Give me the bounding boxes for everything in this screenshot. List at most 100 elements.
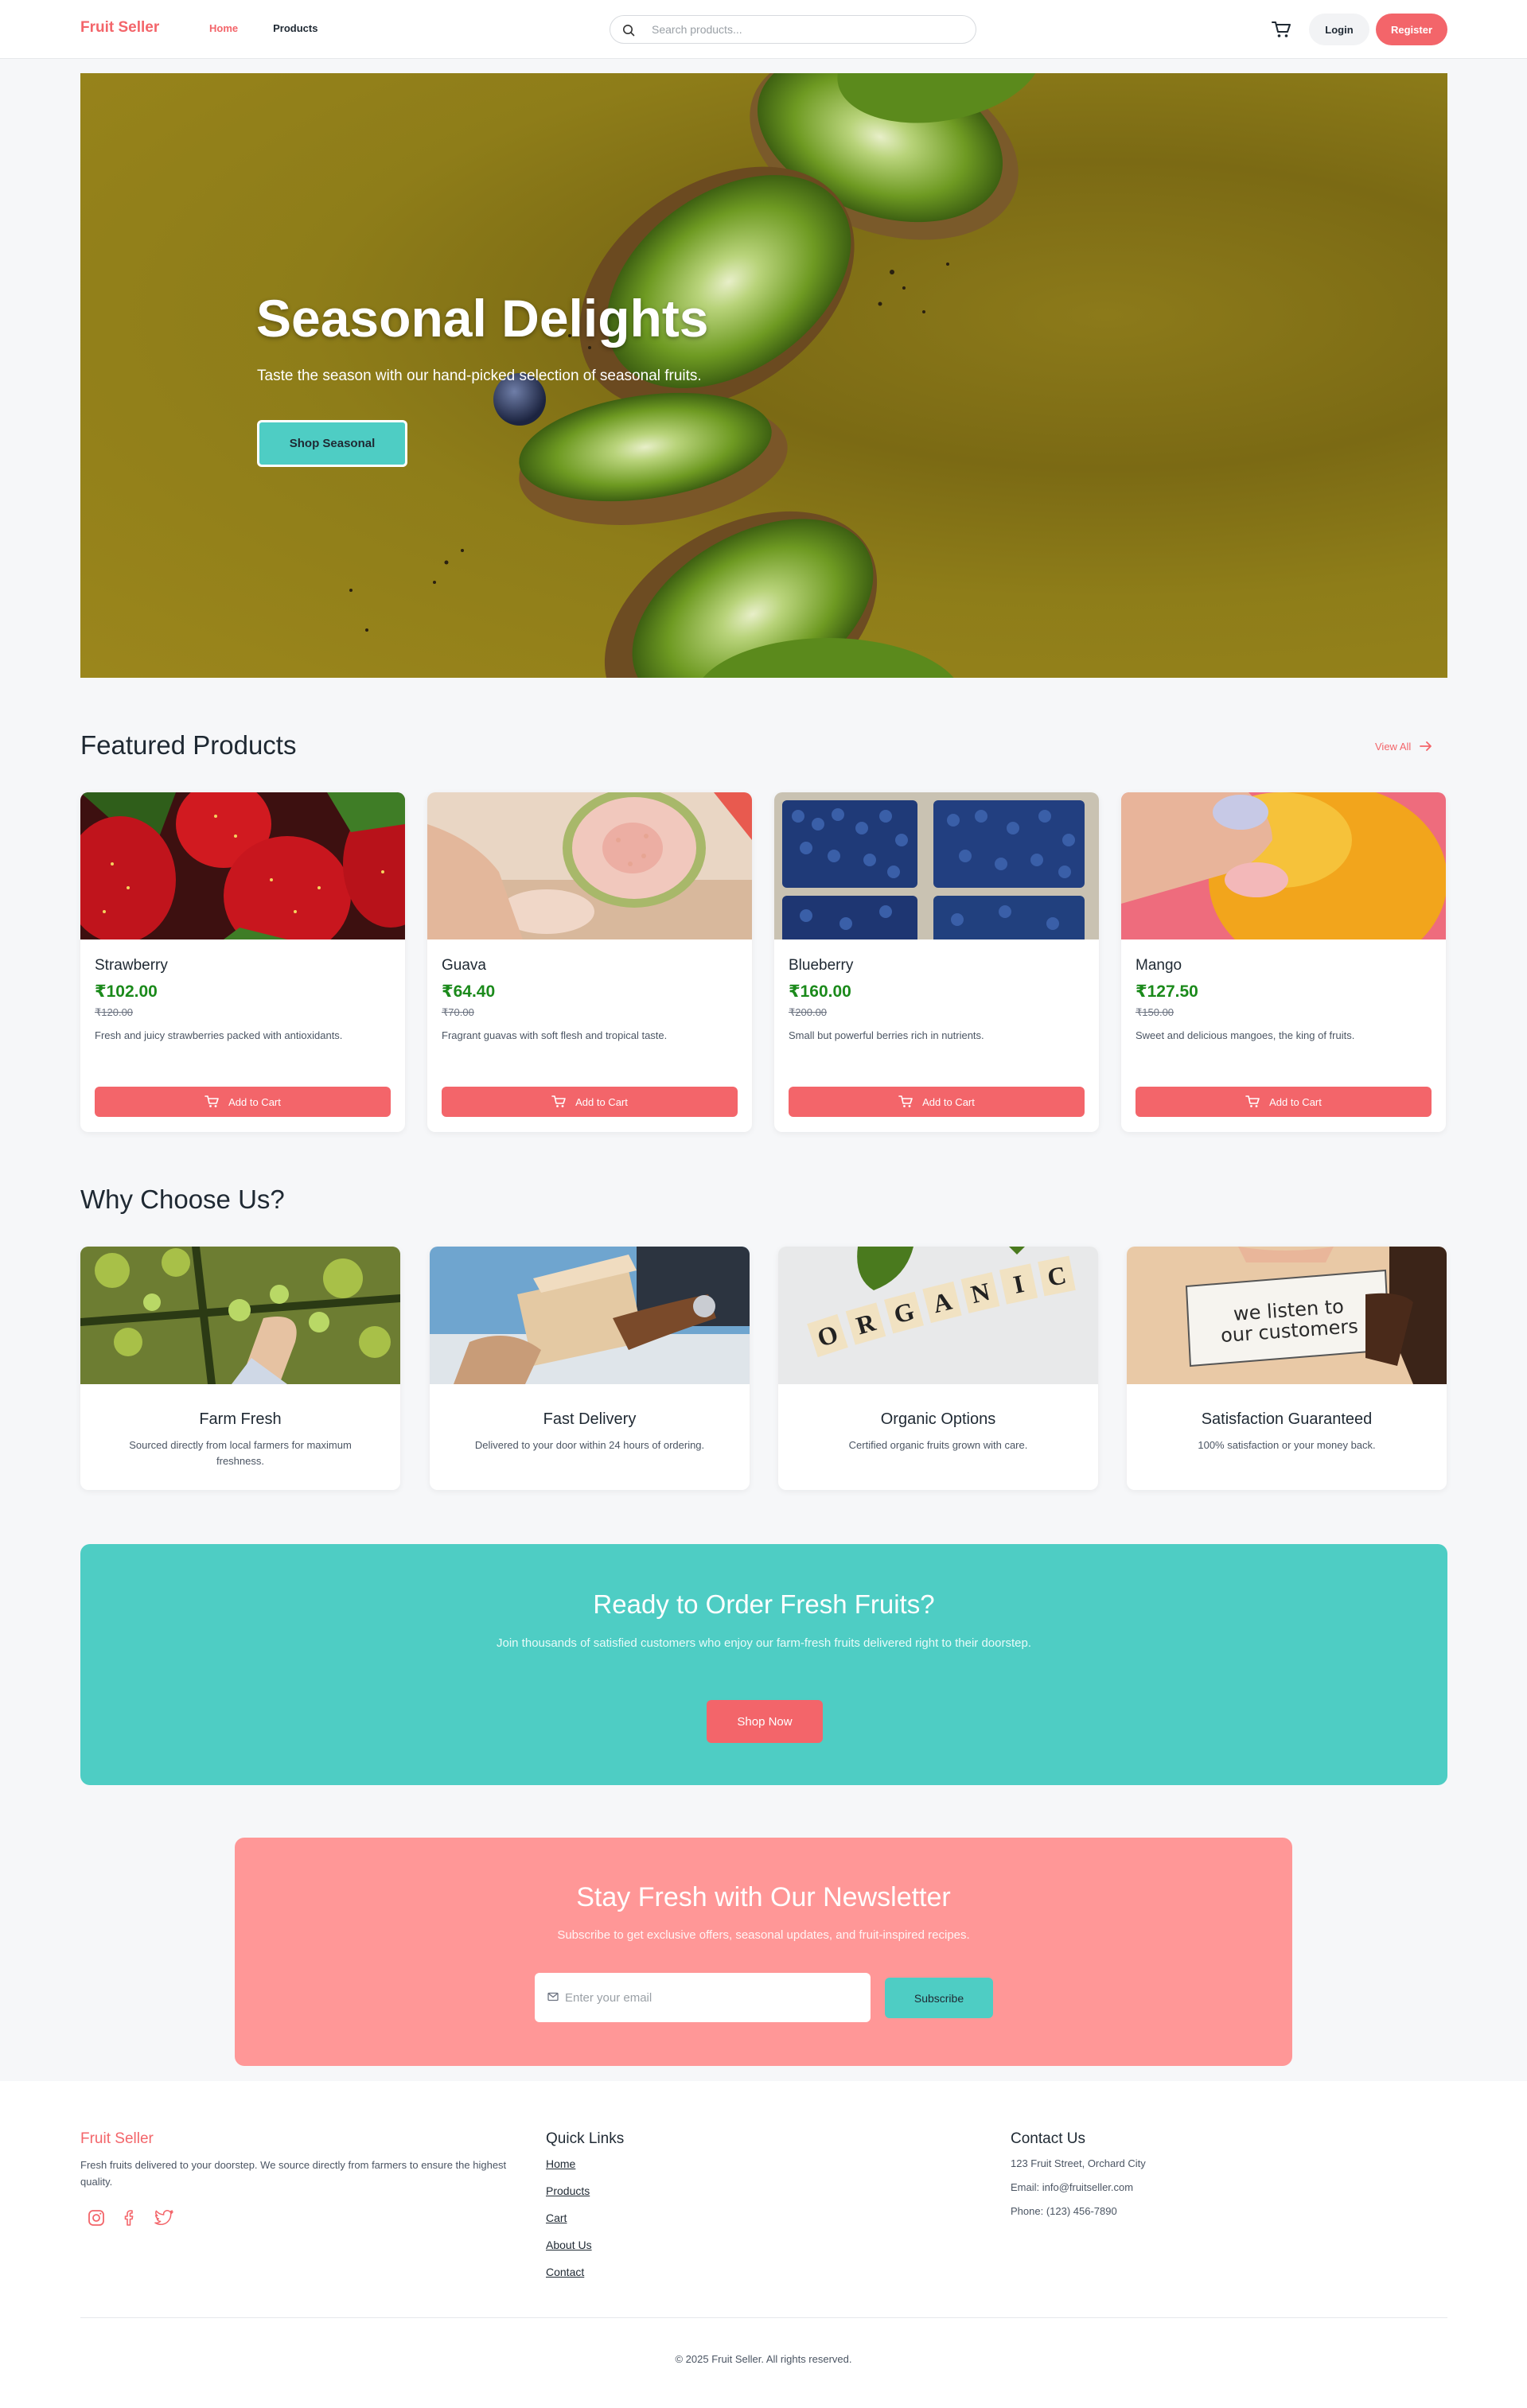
nav-products[interactable]: Products bbox=[273, 22, 317, 34]
hero-banner: Seasonal Delights Taste the season with … bbox=[80, 73, 1447, 678]
add-to-cart-label: Add to Cart bbox=[575, 1095, 628, 1108]
strawberry-image bbox=[80, 792, 405, 939]
feature-card: Farm Fresh Sourced directly from local f… bbox=[80, 1247, 400, 1490]
product-old-price: ₹200.00 bbox=[789, 1006, 828, 1018]
register-button[interactable]: Register bbox=[1376, 14, 1447, 45]
product-name: Blueberry bbox=[789, 957, 854, 974]
shop-now-button[interactable]: Shop Now bbox=[707, 1700, 823, 1743]
product-description: Small but powerful berries rich in nutri… bbox=[789, 1029, 984, 1041]
search-input[interactable] bbox=[652, 19, 962, 40]
add-to-cart-button[interactable]: Add to Cart bbox=[1136, 1087, 1432, 1117]
fast-delivery-image bbox=[430, 1247, 750, 1384]
product-name: Strawberry bbox=[95, 957, 168, 974]
feature-card: we listen to our customers Satisfaction … bbox=[1127, 1247, 1447, 1490]
organic-image: O R G A N I C bbox=[778, 1247, 1098, 1384]
product-card[interactable]: Mango ₹127.50 ₹150.00 Sweet and deliciou… bbox=[1121, 792, 1446, 1132]
nav-home[interactable]: Home bbox=[209, 22, 238, 34]
hero-title: Seasonal Delights bbox=[256, 289, 709, 348]
feature-title: Farm Fresh bbox=[199, 1410, 282, 1428]
footer-link-cart[interactable]: Cart bbox=[546, 2210, 592, 2226]
contact-address: 123 Fruit Street, Orchard City bbox=[1011, 2157, 1146, 2169]
feature-title: Fast Delivery bbox=[543, 1410, 637, 1428]
cart-icon bbox=[898, 1095, 913, 1107]
cart-icon bbox=[551, 1095, 566, 1107]
view-all-link[interactable]: View All bbox=[1375, 740, 1433, 753]
newsletter-email-field bbox=[535, 1973, 871, 2022]
feature-description: Sourced directly from local farmers for … bbox=[129, 1439, 352, 1467]
feature-title: Satisfaction Guaranteed bbox=[1201, 1410, 1373, 1428]
product-card[interactable]: Strawberry ₹102.00 ₹120.00 Fresh and jui… bbox=[80, 792, 405, 1132]
contact-email: Email: info@fruitseller.com bbox=[1011, 2181, 1134, 2193]
hero-subtitle: Taste the season with our hand-picked se… bbox=[257, 368, 702, 384]
add-to-cart-label: Add to Cart bbox=[922, 1095, 975, 1108]
main-nav: Home Products bbox=[209, 22, 317, 34]
login-button[interactable]: Login bbox=[1309, 14, 1369, 45]
product-card[interactable]: Blueberry ₹160.00 ₹200.00 Small but powe… bbox=[774, 792, 1099, 1132]
add-to-cart-button[interactable]: Add to Cart bbox=[442, 1087, 738, 1117]
newsletter-section: Stay Fresh with Our Newsletter Subscribe… bbox=[235, 1838, 1292, 2066]
add-to-cart-label: Add to Cart bbox=[228, 1095, 281, 1108]
product-description: Sweet and delicious mangoes, the king of… bbox=[1136, 1029, 1355, 1041]
product-description: Fresh and juicy strawberries packed with… bbox=[95, 1029, 343, 1041]
product-price: ₹102.00 bbox=[95, 982, 158, 1001]
mango-image bbox=[1121, 792, 1446, 939]
feature-description: 100% satisfaction or your money back. bbox=[1198, 1439, 1376, 1451]
newsletter-email-input[interactable] bbox=[565, 1986, 859, 2009]
instagram-icon[interactable] bbox=[87, 2208, 106, 2227]
newsletter-title: Stay Fresh with Our Newsletter bbox=[576, 1882, 951, 1912]
guava-image bbox=[427, 792, 752, 939]
footer-link-products[interactable]: Products bbox=[546, 2183, 592, 2199]
featured-products-title: Featured Products bbox=[80, 730, 297, 760]
product-description: Fragrant guavas with soft flesh and trop… bbox=[442, 1029, 668, 1041]
footer-brand: Fruit Seller bbox=[80, 2130, 154, 2147]
site-header: Fruit Seller Home Products Login Registe… bbox=[0, 0, 1527, 59]
copyright-text: © 2025 Fruit Seller. All rights reserved… bbox=[675, 2353, 852, 2365]
feature-title: Organic Options bbox=[880, 1410, 996, 1428]
footer-link-contact[interactable]: Contact bbox=[546, 2264, 592, 2280]
shop-seasonal-button[interactable]: Shop Seasonal bbox=[257, 420, 407, 467]
feature-card: Fast Delivery Delivered to your door wit… bbox=[430, 1247, 750, 1490]
satisfaction-image: we listen to our customers bbox=[1127, 1247, 1447, 1384]
cart-icon bbox=[1245, 1095, 1260, 1107]
cart-button[interactable] bbox=[1269, 18, 1293, 41]
cart-icon bbox=[1272, 21, 1291, 37]
feature-description: Delivered to your door within 24 hours o… bbox=[474, 1439, 705, 1451]
cta-title: Ready to Order Fresh Fruits? bbox=[593, 1589, 935, 1619]
newsletter-subtitle: Subscribe to get exclusive offers, seaso… bbox=[557, 1928, 970, 1942]
facebook-icon[interactable] bbox=[120, 2208, 139, 2227]
search-bar bbox=[610, 15, 976, 44]
arrow-right-icon bbox=[1420, 741, 1432, 751]
product-price: ₹64.40 bbox=[442, 982, 496, 1001]
farm-fresh-image bbox=[80, 1247, 400, 1384]
site-logo[interactable]: Fruit Seller bbox=[80, 19, 159, 37]
product-old-price: ₹120.00 bbox=[95, 1006, 134, 1018]
why-choose-us-title: Why Choose Us? bbox=[80, 1185, 285, 1214]
add-to-cart-button[interactable]: Add to Cart bbox=[95, 1087, 391, 1117]
footer-brand-description: Fresh fruits delivered to your doorstep.… bbox=[80, 2159, 507, 2188]
product-price: ₹127.50 bbox=[1136, 982, 1198, 1001]
product-name: Mango bbox=[1136, 957, 1182, 974]
feature-description: Certified organic fruits grown with care… bbox=[848, 1439, 1028, 1451]
footer-link-about[interactable]: About Us bbox=[546, 2237, 592, 2253]
add-to-cart-button[interactable]: Add to Cart bbox=[789, 1087, 1085, 1117]
contact-info: 123 Fruit Street, Orchard City Email: in… bbox=[1011, 2156, 1146, 2227]
quick-links: Home Products Cart About Us Contact bbox=[546, 2156, 592, 2291]
search-icon bbox=[623, 25, 635, 37]
twitter-icon[interactable] bbox=[154, 2208, 174, 2227]
add-to-cart-label: Add to Cart bbox=[1269, 1095, 1322, 1108]
cta-banner: Ready to Order Fresh Fruits? Join thousa… bbox=[80, 1544, 1447, 1785]
contact-us-title: Contact Us bbox=[1011, 2130, 1085, 2147]
footer-divider bbox=[80, 2317, 1447, 2318]
product-old-price: ₹150.00 bbox=[1136, 1006, 1174, 1018]
subscribe-button[interactable]: Subscribe bbox=[885, 1978, 993, 2018]
site-footer: Fruit Seller Fresh fruits delivered to y… bbox=[0, 2081, 1527, 2408]
feature-card: O R G A N I C Organic Options Certified … bbox=[778, 1247, 1098, 1490]
footer-link-home[interactable]: Home bbox=[546, 2156, 592, 2172]
mail-icon bbox=[547, 1992, 559, 2001]
product-name: Guava bbox=[442, 957, 486, 974]
product-card[interactable]: Guava ₹64.40 ₹70.00 Fragrant guavas with… bbox=[427, 792, 752, 1132]
cta-subtitle: Join thousands of satisfied customers wh… bbox=[497, 1636, 1031, 1650]
contact-phone: Phone: (123) 456-7890 bbox=[1011, 2205, 1117, 2217]
cart-icon bbox=[205, 1095, 219, 1107]
product-old-price: ₹70.00 bbox=[442, 1006, 474, 1018]
